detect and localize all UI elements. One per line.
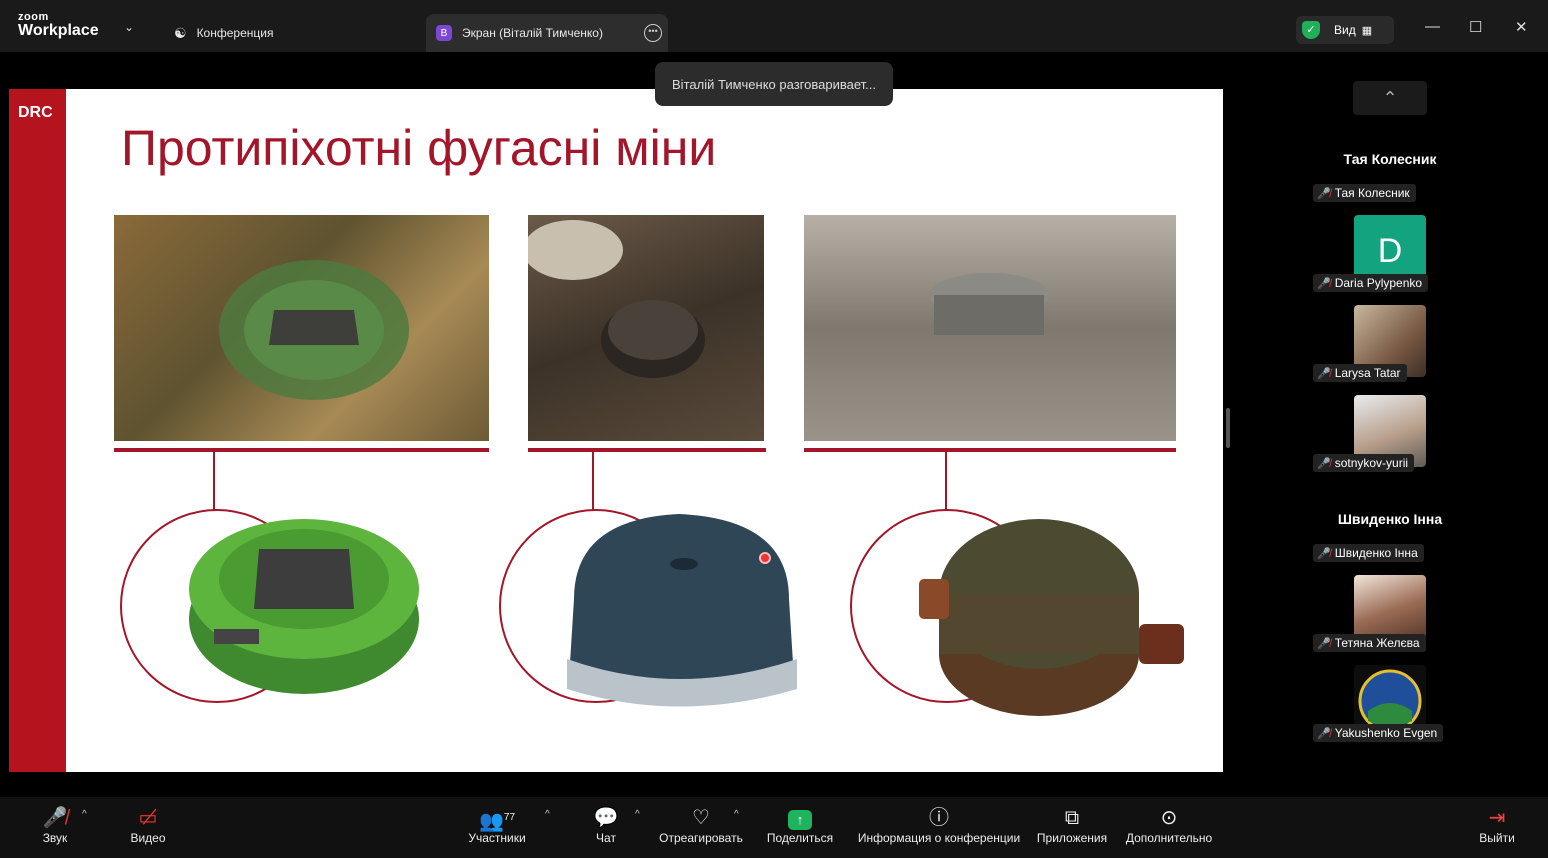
share-label: Поделиться	[766, 831, 834, 845]
mic-muted-icon: 🎤̸	[42, 807, 68, 829]
meeting-info-button[interactable]: ⓘ Информация о конференции	[854, 805, 1024, 845]
participant-name: Швиденко Інна	[1334, 546, 1418, 560]
tab-screen-share[interactable]: B Экран (Віталій Тимченко) •••	[426, 14, 668, 52]
slide-title: Протипіхотні фугасні міни	[121, 120, 717, 176]
leave-label: Выйти	[1479, 831, 1515, 845]
more-icon: ⊙	[1160, 807, 1178, 829]
react-label: Отреагировать	[659, 831, 743, 845]
info-label: Информация о конференции	[857, 831, 1021, 845]
mic-muted-icon: 🎤̸	[1317, 457, 1331, 470]
more-button[interactable]: ⊙ Дополнительно	[1122, 805, 1216, 845]
maximize-icon[interactable]: ☐	[1469, 18, 1482, 36]
speaker-name-2: Швиденко Інна	[1337, 511, 1443, 527]
underline-3	[804, 448, 1176, 452]
view-button[interactable]: ✓ Вид ▦	[1296, 16, 1394, 44]
mic-muted-icon: 🎤̸	[1317, 187, 1331, 200]
close-icon[interactable]: ✕	[1515, 18, 1528, 36]
drc-logo: DRC	[18, 104, 53, 121]
share-arrow-icon: ↑	[788, 810, 812, 830]
participant-name: Larysa Tatar	[1334, 366, 1401, 380]
video-label: Видео	[130, 831, 166, 845]
underline-2	[528, 448, 766, 452]
zoom-logo: zoom Workplace	[18, 12, 99, 39]
participant-label: 🎤̸ Швиденко Інна	[1313, 544, 1424, 562]
view-label: Вид	[1334, 23, 1356, 37]
photo-mine-2	[528, 215, 764, 441]
participant-label: 🎤̸ sotnykov-yurii	[1313, 454, 1415, 472]
photo-mine-1	[114, 215, 489, 441]
info-icon: ⓘ	[929, 807, 949, 829]
mic-muted-icon: 🎤̸	[1317, 277, 1331, 290]
meeting-toolbar: 🎤̸ Звук ^ ▭̸ Видео 👥77 Участники ^ 💬 Чат…	[0, 797, 1548, 858]
slide-side-bar	[9, 89, 66, 772]
participants-label: Участники	[468, 831, 526, 845]
presenter-pointer	[759, 552, 771, 564]
chevron-up-icon[interactable]: ^	[734, 809, 739, 820]
mic-muted-icon: 🎤̸	[1317, 637, 1331, 650]
more-label: Дополнительно	[1125, 831, 1213, 845]
panel-resize-handle[interactable]	[1226, 408, 1230, 448]
underline-1	[114, 448, 489, 452]
participant-name: Daria Pylypenko	[1334, 276, 1423, 290]
participants-count: 77	[503, 812, 516, 823]
chevron-up-icon: ⌃	[1382, 88, 1398, 108]
tab-meeting-label: Конференция	[196, 26, 274, 40]
meeting-icon: ☯	[174, 24, 187, 41]
video-button[interactable]: ▭̸ Видео	[124, 805, 172, 845]
connector-3	[945, 452, 947, 510]
brand-bottom: Workplace	[18, 22, 99, 39]
participants-button[interactable]: 👥77 Участники	[462, 805, 532, 845]
leave-button[interactable]: ⇥ Выйти	[1474, 805, 1520, 845]
apps-label: Приложения	[1036, 831, 1108, 845]
participants-icon: 👥77	[478, 810, 516, 833]
connector-1	[213, 452, 215, 510]
audio-button[interactable]: 🎤̸ Звук	[34, 805, 76, 845]
avatar-initial: D	[1377, 231, 1403, 270]
tab-screen-label: Экран (Віталій Тимченко)	[462, 26, 603, 40]
leave-icon: ⇥	[1488, 807, 1506, 829]
speaker-name-1: Тая Колесник	[1343, 151, 1437, 167]
heart-icon: ♡	[692, 807, 710, 829]
audio-label: Звук	[42, 831, 68, 845]
participant-label: 🎤̸ Larysa Tatar	[1313, 364, 1407, 382]
participant-label: 🎤̸ Yakushenko Evgen	[1313, 724, 1444, 742]
participant-name: sotnykov-yurii	[1334, 456, 1409, 470]
chat-button[interactable]: 💬 Чат	[590, 805, 622, 845]
share-button[interactable]: ↑ Поделиться	[764, 805, 836, 845]
chat-label: Чат	[596, 831, 616, 845]
react-button[interactable]: ♡ Отреагировать	[656, 805, 746, 845]
shared-slide: DRC Протипіхотні фугасні міни	[9, 89, 1223, 772]
mic-muted-icon: 🎤̸	[1317, 547, 1331, 560]
video-off-icon: ▭̸	[138, 807, 158, 829]
collapse-panel-button[interactable]: ⌃	[1353, 81, 1427, 115]
minimize-icon[interactable]: —	[1425, 18, 1440, 35]
chevron-down-icon[interactable]: ⌄	[124, 20, 134, 34]
tab-badge: B	[436, 25, 452, 41]
mic-muted-icon: 🎤̸	[1317, 367, 1331, 380]
title-bar: zoom Workplace ⌄ ☯ Конференция B Экран (…	[0, 0, 1548, 52]
participant-label: 🎤̸ Тая Колесник	[1313, 184, 1416, 202]
participant-name: Тая Колесник	[1334, 186, 1410, 200]
chevron-up-icon[interactable]: ^	[635, 809, 640, 820]
photo-mine-3	[804, 215, 1176, 441]
grid-view-icon: ▦	[1361, 24, 1373, 37]
participant-name: Yakushenko Evgen	[1334, 726, 1438, 740]
tab-meeting[interactable]: ☯ Конференция	[166, 14, 414, 52]
more-options-icon[interactable]: •••	[644, 24, 662, 42]
mic-muted-icon: 🎤̸	[1317, 727, 1331, 740]
apps-icon: ⧉	[1064, 807, 1080, 829]
chat-icon: 💬	[593, 807, 619, 829]
participant-label: 🎤̸ Daria Pylypenko	[1313, 274, 1429, 292]
mine-render-green	[189, 519, 419, 694]
participant-name: Тетяна Желєва	[1334, 636, 1420, 650]
apps-button[interactable]: ⧉ Приложения	[1034, 805, 1110, 845]
chevron-up-icon[interactable]: ^	[82, 809, 87, 820]
connector-2	[592, 452, 594, 510]
chevron-up-icon[interactable]: ^	[545, 809, 550, 820]
shield-check-icon: ✓	[1302, 21, 1320, 39]
participant-label: 🎤̸ Тетяна Желєва	[1313, 634, 1426, 652]
speaking-tooltip: Віталій Тимченко разговаривает...	[655, 62, 893, 106]
